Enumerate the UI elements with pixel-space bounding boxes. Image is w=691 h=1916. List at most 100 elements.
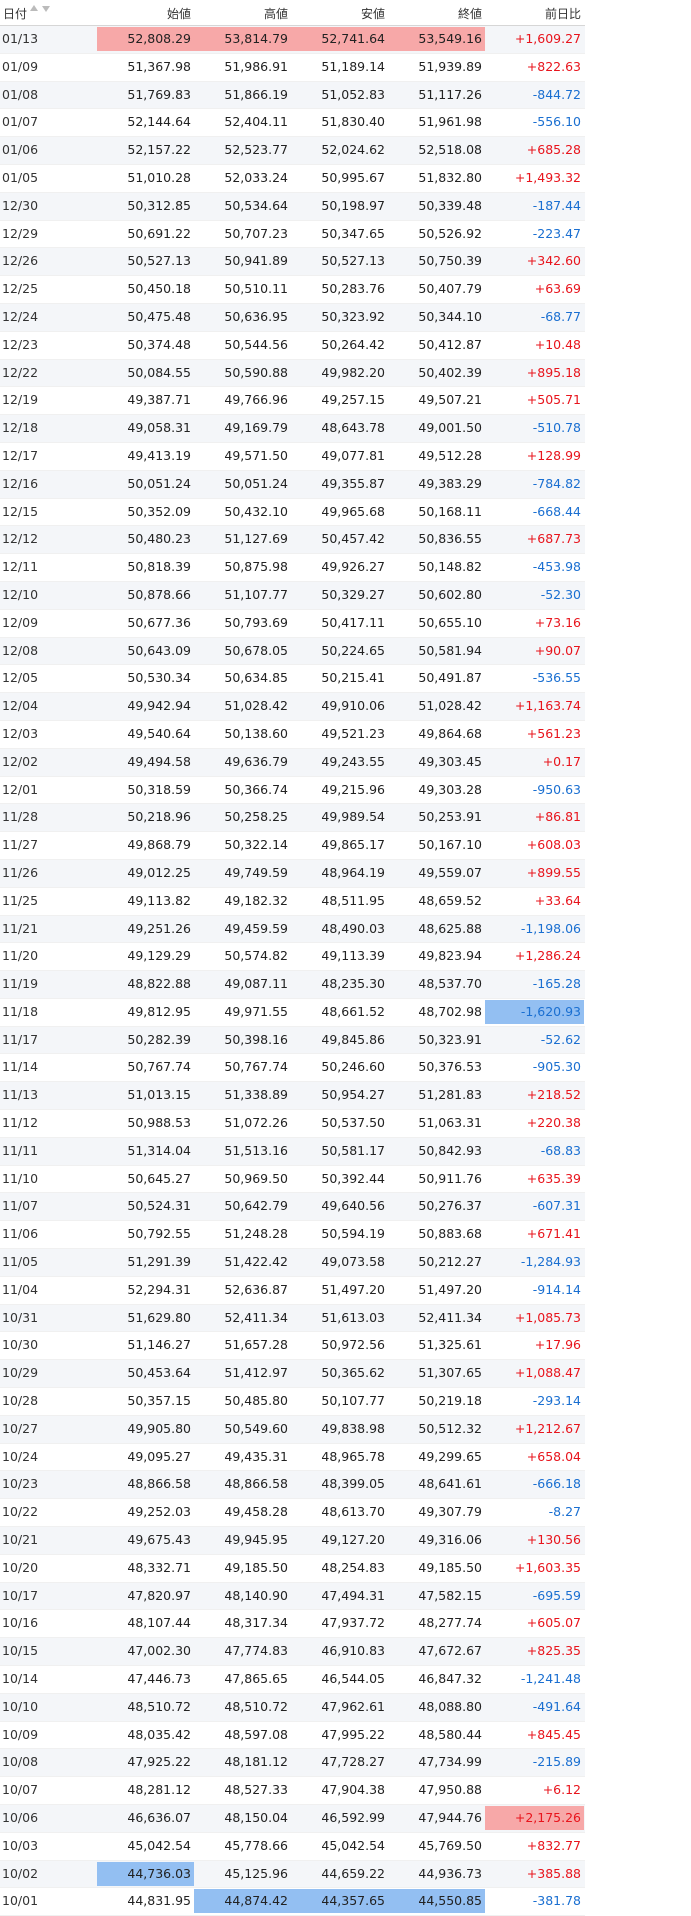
- open-cell: 50,084.55: [127, 364, 191, 380]
- table-row: 10/15 47,002.30 47,774.83 46,910.83 47,672.6…: [0, 1638, 585, 1667]
- low-cell: 44,357.65: [291, 1889, 388, 1914]
- table-row: 12/08 50,643.09 50,678.05 50,224.65 50,581.9…: [0, 637, 585, 666]
- sort-ascending-icon[interactable]: [30, 5, 38, 11]
- change-cell: +0.17: [542, 753, 581, 769]
- header-date[interactable]: 日付: [3, 5, 27, 22]
- open-cell: 47,002.30: [127, 1643, 191, 1659]
- open-cell: 48,035.42: [127, 1726, 191, 1742]
- close-cell: 45,769.50: [418, 1837, 482, 1853]
- sort-descending-icon[interactable]: [42, 6, 50, 12]
- close-cell: 47,672.67: [418, 1643, 482, 1659]
- open-cell: 51,629.80: [127, 1309, 191, 1325]
- high-cell: 50,138.60: [224, 725, 288, 741]
- close-cell: 50,602.80: [418, 586, 482, 602]
- low-cell: 49,215.96: [321, 781, 385, 797]
- close-cell: 48,580.44: [418, 1726, 482, 1742]
- open-cell: 50,218.96: [127, 809, 191, 825]
- high-cell: 50,941.89: [224, 253, 288, 269]
- low-cell: 48,511.95: [321, 892, 385, 908]
- open-cell: 50,051.24: [127, 475, 191, 491]
- low-cell: 48,399.05: [321, 1476, 385, 1492]
- close-cell: 50,344.10: [418, 308, 482, 324]
- date-cell: 12/02: [2, 753, 39, 769]
- low-cell: 49,982.20: [321, 364, 385, 380]
- low-cell: 49,243.55: [321, 753, 385, 769]
- open-cell: 50,480.23: [127, 531, 191, 547]
- table-row: 10/24 49,095.27 49,435.31 48,965.78 49,299.6…: [0, 1444, 585, 1472]
- change-cell: +832.77: [526, 1837, 581, 1853]
- high-cell: 51,657.28: [224, 1337, 288, 1353]
- low-cell: 49,838.98: [321, 1420, 385, 1436]
- date-cell: 11/20: [2, 948, 39, 964]
- low-cell: 50,329.27: [321, 586, 385, 602]
- sort-toggle[interactable]: [30, 5, 52, 15]
- date-cell: 12/22: [2, 364, 39, 380]
- close-cell: 49,559.07: [418, 864, 482, 880]
- high-cell: 48,510.72: [224, 1698, 288, 1714]
- high-cell: 50,969.50: [224, 1170, 288, 1186]
- open-cell: 49,012.25: [127, 864, 191, 880]
- date-cell: 12/04: [2, 698, 39, 714]
- high-cell: 45,778.66: [224, 1837, 288, 1853]
- open-cell: 50,767.74: [127, 1059, 191, 1075]
- date-cell: 11/11: [2, 1142, 39, 1158]
- low-cell: 50,283.76: [321, 281, 385, 297]
- table-row: 12/16 50,051.24 50,051.24 49,355.87 49,383.2…: [0, 470, 585, 499]
- high-cell: 49,087.11: [224, 976, 288, 992]
- table-row: 11/04 52,294.31 52,636.87 51,497.20 51,497.2…: [0, 1277, 585, 1305]
- open-cell: 49,868.79: [127, 837, 191, 853]
- table-row: 10/27 49,905.80 50,549.60 49,838.98 50,512.3…: [0, 1415, 585, 1444]
- change-cell: +1,286.24: [514, 948, 581, 964]
- table-row: 11/14 50,767.74 50,767.74 50,246.60 50,376.5…: [0, 1054, 585, 1083]
- change-cell: +505.71: [526, 392, 581, 408]
- close-cell: 47,944.76: [418, 1810, 482, 1825]
- low-cell: 51,613.03: [321, 1309, 385, 1325]
- date-cell: 12/23: [2, 336, 39, 352]
- low-cell: 50,107.77: [321, 1393, 385, 1409]
- close-cell: 50,276.37: [418, 1198, 482, 1214]
- open-cell: 48,510.72: [127, 1698, 191, 1714]
- low-cell: 50,246.60: [321, 1059, 385, 1075]
- date-cell: 10/31: [2, 1309, 39, 1325]
- close-cell: 50,219.18: [418, 1393, 482, 1409]
- change-cell: +895.18: [526, 364, 581, 380]
- date-cell: 12/24: [2, 308, 39, 324]
- high-cell: 48,866.58: [224, 1476, 288, 1492]
- table-body: 01/13 52,808.29 53,814.79 52,741.64 53,549.1…: [0, 26, 585, 1916]
- low-cell: 49,521.23: [321, 725, 385, 741]
- date-cell: 10/22: [2, 1504, 39, 1520]
- open-cell: 50,878.66: [127, 586, 191, 602]
- change-cell: +635.39: [526, 1170, 581, 1186]
- date-cell: 10/02: [2, 1865, 39, 1881]
- open-cell: 50,312.85: [127, 197, 191, 213]
- open-cell: 51,314.04: [127, 1142, 191, 1158]
- high-cell: 48,140.90: [224, 1587, 288, 1603]
- open-cell: 50,792.55: [127, 1226, 191, 1242]
- price-history-table: 日付 始値 高値 安値 終値 前日比 01/13 52,808.29 53,814.…: [0, 0, 585, 1916]
- close-cell: 44,550.85: [388, 1889, 485, 1914]
- date-cell: 10/10: [2, 1698, 39, 1714]
- change-cell: -1,198.06: [520, 920, 581, 936]
- date-cell: 10/23: [2, 1476, 39, 1492]
- table-row: 11/21 49,251.26 49,459.59 48,490.03 48,625.8…: [0, 915, 585, 944]
- close-cell: 53,549.16: [388, 27, 485, 51]
- low-cell: 51,052.83: [321, 86, 385, 102]
- date-cell: 12/25: [2, 281, 39, 297]
- table-row: 12/23 50,374.48 50,544.56 50,264.42 50,412.8…: [0, 332, 585, 360]
- low-cell: 50,198.97: [321, 197, 385, 213]
- high-cell: 51,866.19: [224, 86, 288, 102]
- low-cell: 47,937.72: [321, 1615, 385, 1631]
- change-cell: +2,175.26: [485, 1806, 584, 1830]
- date-cell: 12/08: [2, 642, 39, 658]
- open-cell: 50,530.34: [127, 670, 191, 686]
- change-cell: -844.72: [532, 86, 581, 102]
- change-cell: -1,620.93: [485, 999, 584, 1024]
- date-cell: 10/01: [2, 1893, 39, 1909]
- high-cell: 44,874.42: [194, 1889, 291, 1914]
- date-cell: 01/08: [2, 86, 39, 102]
- low-cell: 50,392.44: [321, 1170, 385, 1186]
- close-cell: 50,750.39: [418, 253, 482, 269]
- close-cell: 50,376.53: [418, 1059, 482, 1075]
- close-cell: 51,307.65: [418, 1365, 482, 1381]
- open-cell: 50,475.48: [127, 308, 191, 324]
